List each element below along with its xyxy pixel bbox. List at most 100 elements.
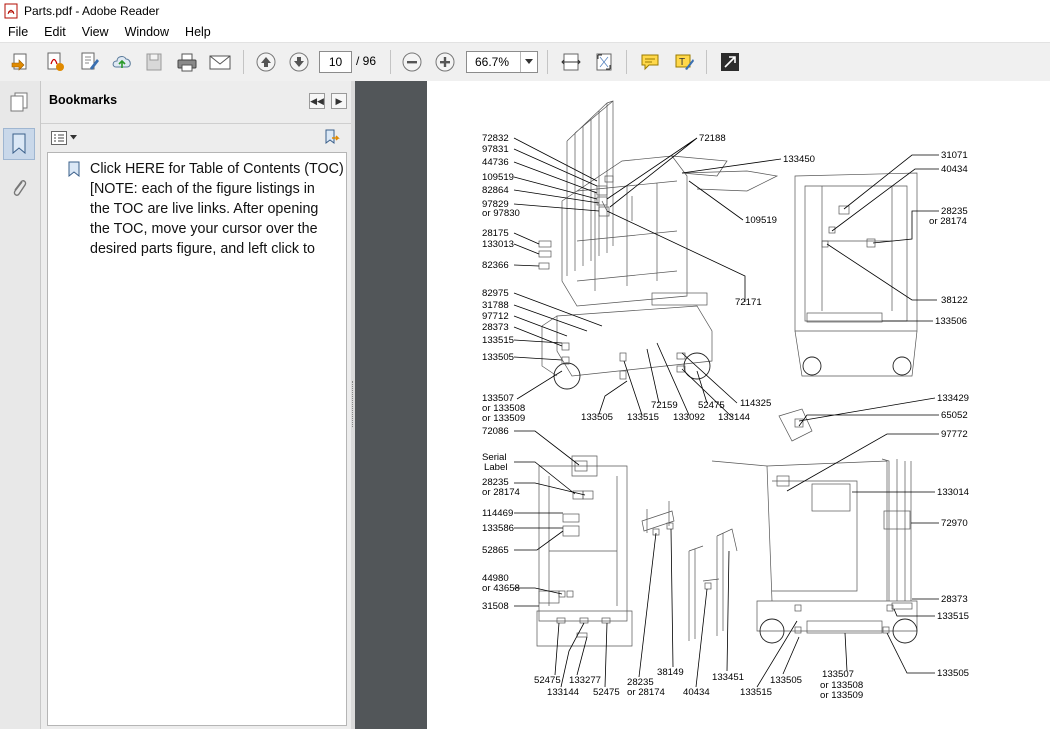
menu-help[interactable]: Help — [177, 25, 219, 39]
callout-label: 133507 — [822, 669, 854, 680]
callout-label: 52475 — [534, 675, 561, 686]
parts-diagram: 72832 97831 44736 109519 82864 97829 or … — [482, 100, 970, 701]
previous-page-icon[interactable] — [253, 50, 279, 74]
callout-label: 133515 — [740, 687, 772, 698]
bookmark-item-line: the TOC are live links. After opening — [90, 201, 319, 217]
bookmark-item-line: desired parts figure, and left click to — [90, 241, 315, 257]
attachments-icon[interactable] — [4, 173, 34, 203]
comment-icon[interactable] — [637, 50, 663, 74]
callout-label: 52475 — [593, 687, 620, 698]
bookmark-item-line: the TOC, move your cursor over the — [90, 221, 318, 237]
callout-label: or 43658 — [482, 583, 520, 594]
full-screen-icon[interactable] — [717, 50, 743, 74]
callout-label: 133014 — [937, 487, 970, 498]
upload-cloud-icon[interactable] — [109, 50, 135, 74]
callout-label: 82975 — [482, 288, 509, 299]
next-page-icon[interactable] — [286, 50, 312, 74]
callout-label: 109519 — [745, 215, 777, 226]
print-icon[interactable] — [174, 50, 200, 74]
callout-label: 82366 — [482, 260, 509, 271]
new-bookmark-icon[interactable] — [323, 129, 341, 150]
front-view-drawing — [536, 455, 633, 647]
callout-label: 28373 — [941, 594, 968, 605]
zoom-in-icon[interactable] — [432, 50, 458, 74]
bookmark-options-menu[interactable] — [51, 131, 78, 145]
callout-label: or 133509 — [482, 413, 525, 424]
callout-label: 109519 — [482, 172, 514, 183]
callout-label: 133277 — [569, 675, 601, 686]
callout-label: 114469 — [482, 508, 513, 519]
callout-label: 38149 — [657, 667, 684, 678]
svg-text:T: T — [679, 57, 685, 68]
callout-label: 114325 — [740, 398, 771, 409]
panel-options-icon[interactable]: ▶ — [331, 93, 347, 109]
callout-label: 52475 — [698, 400, 725, 411]
menu-file[interactable]: File — [0, 25, 36, 39]
toolbar-separator — [390, 50, 391, 74]
zoom-out-icon[interactable] — [399, 50, 425, 74]
bookmark-item-line: [NOTE: each of the figure listings in — [90, 181, 315, 197]
callout-label: 28175 — [482, 228, 509, 239]
menu-view[interactable]: View — [74, 25, 117, 39]
fit-width-icon[interactable] — [558, 50, 584, 74]
page-thumbnails-icon[interactable] — [4, 87, 34, 117]
bookmark-list: Click HERE for Table of Contents (TOC) [… — [47, 152, 347, 726]
callout-label: 133450 — [783, 154, 815, 165]
callout-label: 72171 — [735, 297, 762, 308]
create-pdf-icon[interactable] — [42, 50, 68, 74]
email-icon[interactable] — [207, 50, 233, 74]
toolbar-separator — [706, 50, 707, 74]
callout-label: 97712 — [482, 311, 509, 322]
callout-label: 40434 — [941, 164, 968, 175]
bottom-center-callouts: 28235 or 28174 38149 40434 133451 133515… — [627, 528, 802, 698]
fit-page-icon[interactable] — [591, 50, 617, 74]
bookmark-icon — [68, 161, 80, 177]
bookmarks-panel: Bookmarks ◀◀ ▶ Click HERE for Table of C… — [41, 81, 351, 729]
save-icon[interactable] — [141, 50, 167, 74]
callout-label: 72159 — [651, 400, 678, 411]
chevron-down-icon[interactable] — [520, 52, 537, 72]
bottom-left-callouts: 72086 Serial Label 28235 or 28174 114469… — [482, 426, 620, 698]
top-right-callouts: 31071 40434 28235 or 28174 38122 133506 — [826, 150, 968, 327]
page-total-label: / 96 — [356, 54, 377, 68]
callout-label: 133013 — [482, 239, 514, 250]
callout-label: 31071 — [941, 150, 968, 161]
highlight-icon[interactable]: T — [671, 50, 697, 74]
callout-label: 82864 — [482, 185, 509, 196]
callout-label: 133505 — [770, 675, 802, 686]
callout-label: 38122 — [941, 295, 968, 306]
pdf-file-icon — [4, 3, 18, 19]
edit-pdf-icon[interactable] — [76, 50, 102, 74]
callout-label: 72832 — [482, 133, 509, 144]
zoom-level-value: 66.7% — [475, 55, 510, 69]
toolbar-separator — [626, 50, 627, 74]
callout-label: or 97830 — [482, 208, 520, 219]
open-file-icon[interactable] — [8, 50, 34, 74]
callout-label: 28373 — [482, 322, 509, 333]
collapse-panel-icon[interactable]: ◀◀ — [309, 93, 325, 109]
callout-label: 133092 — [673, 412, 705, 423]
callout-label: 31788 — [482, 300, 509, 311]
callout-label: Label — [484, 462, 507, 473]
options-list-icon — [51, 131, 67, 145]
callout-label: 133515 — [937, 611, 969, 622]
page-number-input[interactable]: 10 — [319, 51, 352, 73]
callout-label: or 133509 — [820, 690, 863, 701]
side-view-drawing — [711, 408, 918, 644]
callout-label: 31508 — [482, 601, 509, 612]
pdf-page: 72832 97831 44736 109519 82864 97829 or … — [427, 81, 1050, 729]
callout-label: or 28174 — [627, 687, 666, 698]
document-view[interactable]: 72832 97831 44736 109519 82864 97829 or … — [355, 81, 1050, 729]
bookmarks-panel-icon[interactable] — [3, 128, 35, 160]
menu-edit[interactable]: Edit — [36, 25, 74, 39]
zoom-level-select[interactable]: 66.7% — [466, 51, 538, 73]
callout-label: 97831 — [482, 144, 509, 155]
callout-label: 44736 — [482, 157, 509, 168]
bottom-right-callouts: 133429 65052 97772 133014 72970 28373 13… — [786, 393, 970, 701]
bookmarks-header: Bookmarks — [49, 93, 118, 107]
callout-label: 133505 — [581, 412, 613, 423]
callout-label: 133505 — [937, 668, 969, 679]
bookmark-item-toc[interactable]: Click HERE for Table of Contents (TOC) [… — [90, 159, 346, 259]
callout-label: 133451 — [712, 672, 744, 683]
menu-window[interactable]: Window — [117, 25, 177, 39]
